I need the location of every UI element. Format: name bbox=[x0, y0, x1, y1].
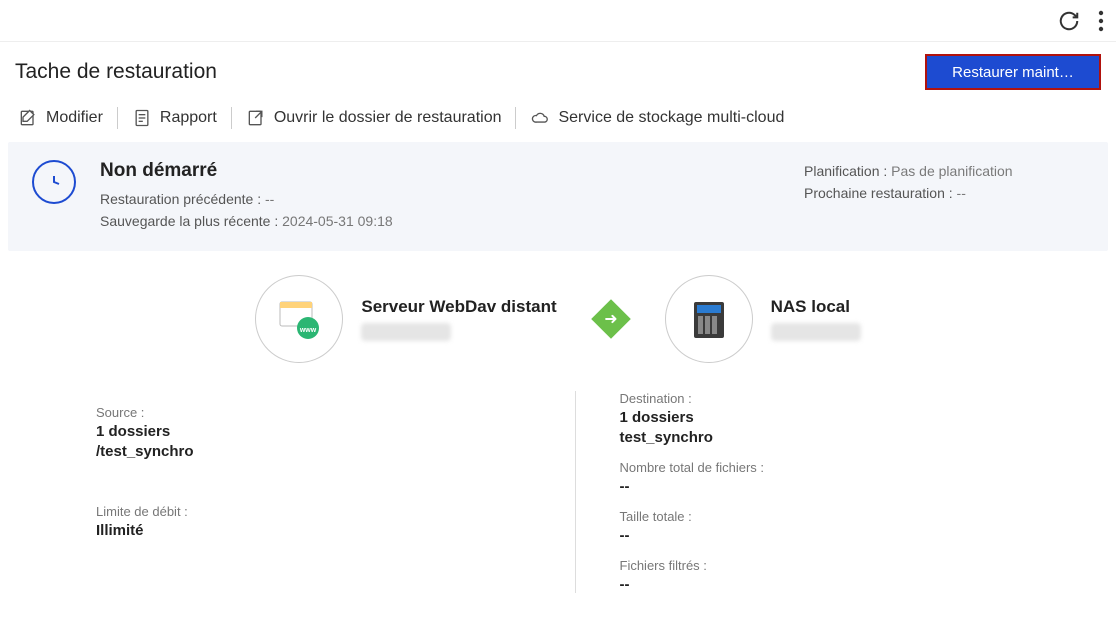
dest-path: test_synchro bbox=[620, 429, 1021, 446]
webdav-icon: www bbox=[255, 275, 343, 363]
divider bbox=[231, 107, 232, 129]
divider bbox=[515, 107, 516, 129]
modify-label: Modifier bbox=[46, 109, 103, 127]
last-backup-label: Sauvegarde la plus récente : bbox=[100, 213, 278, 229]
files-label: Nombre total de fichiers : bbox=[620, 460, 1021, 475]
prev-restore-label: Restauration précédente : bbox=[100, 191, 261, 207]
status-panel: Non démarré Restauration précédente : --… bbox=[8, 142, 1108, 251]
page-title: Tache de restauration bbox=[15, 60, 217, 84]
flow-diagram: www Serveur WebDav distant ➜ NAS local bbox=[0, 275, 1116, 363]
status-state: Non démarré bbox=[100, 160, 393, 182]
report-button[interactable]: Rapport bbox=[122, 104, 227, 132]
arrow-icon: ➜ bbox=[591, 299, 631, 339]
open-folder-button[interactable]: Ouvrir le dossier de restauration bbox=[236, 104, 512, 132]
divider bbox=[117, 107, 118, 129]
source-path: /test_synchro bbox=[96, 443, 497, 460]
dest-count: 1 dossiers bbox=[620, 409, 1021, 426]
clock-icon bbox=[32, 160, 76, 204]
source-count: 1 dossiers bbox=[96, 423, 497, 440]
open-folder-label: Ouvrir le dossier de restauration bbox=[274, 109, 502, 127]
modify-button[interactable]: Modifier bbox=[8, 104, 113, 132]
source-title: Serveur WebDav distant bbox=[361, 297, 556, 317]
report-icon bbox=[132, 108, 152, 128]
size-label: Taille totale : bbox=[620, 509, 1021, 524]
source-label: Source : bbox=[96, 405, 497, 420]
report-label: Rapport bbox=[160, 109, 217, 127]
filtered-label: Fichiers filtrés : bbox=[620, 558, 1021, 573]
next-restore-value: -- bbox=[957, 185, 966, 201]
kebab-menu-icon[interactable] bbox=[1098, 10, 1104, 32]
dest-details: Destination : 1 dossiers test_synchro No… bbox=[575, 391, 1099, 593]
dest-label: Destination : bbox=[620, 391, 1021, 406]
schedule-value: Pas de planification bbox=[891, 163, 1012, 179]
cloud-icon bbox=[530, 108, 550, 128]
source-details: Source : 1 dossiers /test_synchro Limite… bbox=[18, 391, 575, 593]
size-value: -- bbox=[620, 527, 1021, 544]
nas-icon bbox=[665, 275, 753, 363]
refresh-icon[interactable] bbox=[1058, 10, 1080, 32]
rate-value: Illimité bbox=[96, 522, 497, 539]
svg-text:www: www bbox=[299, 327, 317, 334]
open-external-icon bbox=[246, 108, 266, 128]
dest-sub-blurred bbox=[771, 323, 861, 341]
files-value: -- bbox=[620, 478, 1021, 495]
schedule-label: Planification : bbox=[804, 163, 887, 179]
multicloud-button[interactable]: Service de stockage multi-cloud bbox=[520, 104, 794, 132]
multicloud-label: Service de stockage multi-cloud bbox=[558, 109, 784, 127]
last-backup-value: 2024-05-31 09:18 bbox=[282, 213, 393, 229]
rate-label: Limite de débit : bbox=[96, 504, 497, 519]
dest-node: NAS local bbox=[665, 275, 861, 363]
source-node: www Serveur WebDav distant bbox=[255, 275, 556, 363]
edit-icon bbox=[18, 108, 38, 128]
filtered-value: -- bbox=[620, 576, 1021, 593]
source-sub-blurred bbox=[361, 323, 451, 341]
next-restore-label: Prochaine restauration : bbox=[804, 185, 953, 201]
restore-now-button[interactable]: Restaurer maint… bbox=[925, 54, 1101, 90]
dest-title: NAS local bbox=[771, 297, 861, 317]
prev-restore-value: -- bbox=[265, 191, 274, 207]
